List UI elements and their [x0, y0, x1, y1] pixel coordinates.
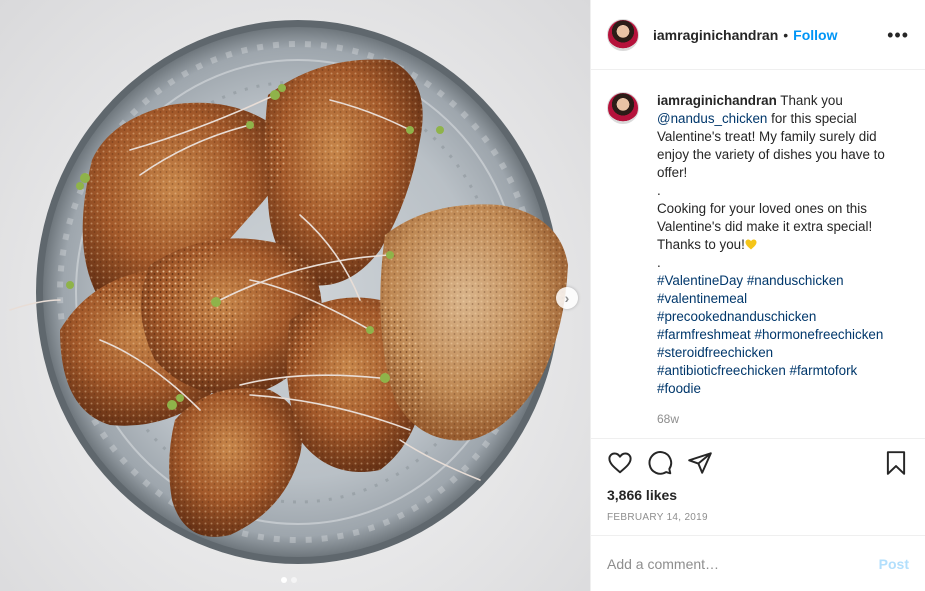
carousel-dot-2: [291, 577, 297, 583]
heart-icon[interactable]: [607, 450, 633, 476]
carousel-next-button[interactable]: ›: [556, 287, 578, 309]
caption-text: iamraginichandran Thank you @nandus_chic…: [657, 92, 902, 398]
bookmark-icon[interactable]: [883, 450, 909, 476]
caption-username[interactable]: iamraginichandran: [657, 93, 777, 108]
chevron-right-icon: ›: [564, 290, 570, 306]
hashtag-link[interactable]: #steroidfreechicken: [657, 345, 773, 360]
caption-row: iamraginichandran Thank you @nandus_chic…: [607, 92, 909, 426]
comments-section: iamraginichandran Thank you @nandus_chic…: [591, 70, 925, 438]
caption-paragraph-2: Cooking for your loved ones on this Vale…: [657, 201, 873, 252]
caption-text-start: Thank you: [780, 93, 843, 108]
carousel-indicator: [281, 577, 297, 583]
more-options-icon[interactable]: •••: [887, 26, 909, 44]
hashtag-link[interactable]: #valentinemeal: [657, 291, 747, 306]
caption-time-ago[interactable]: 68w: [657, 412, 902, 426]
hashtag-link[interactable]: #precookednanduschicken: [657, 309, 816, 324]
hashtag-link[interactable]: #nanduschicken: [747, 273, 844, 288]
hashtag-link[interactable]: #farmtofork: [790, 363, 858, 378]
header-username[interactable]: iamraginichandran: [653, 27, 778, 43]
follow-button[interactable]: Follow: [793, 27, 837, 43]
comment-input[interactable]: [607, 555, 879, 572]
comment-icon[interactable]: [647, 450, 673, 476]
post-date[interactable]: FEBRUARY 14, 2019: [607, 512, 909, 535]
caption-mention-link[interactable]: @nandus_chicken: [657, 111, 767, 126]
engagement-section: 3,866 likes FEBRUARY 14, 2019: [591, 438, 925, 535]
hashtag-link[interactable]: #foodie: [657, 381, 701, 396]
post-details-panel: iamraginichandran • Follow ••• iamragini…: [590, 0, 925, 591]
food-photo-illustration: [9, 20, 568, 564]
hashtag-link[interactable]: #ValentineDay: [657, 273, 743, 288]
share-icon[interactable]: [687, 450, 713, 476]
post-photo[interactable]: ›: [0, 0, 590, 591]
header-separator: •: [783, 26, 789, 43]
hashtag-link[interactable]: #antibioticfreechicken: [657, 363, 786, 378]
hashtag-list: #ValentineDay #nanduschicken #valentinem…: [657, 272, 902, 398]
yellow-heart-icon: [745, 239, 757, 250]
instagram-post: › iamraginichandran • Follow ••• iamragi…: [0, 0, 925, 591]
post-comment-button[interactable]: Post: [879, 556, 909, 572]
caption-dot-1: .: [657, 183, 661, 198]
caption-avatar[interactable]: [607, 92, 639, 124]
hashtag-link[interactable]: #hormonefreechicken: [755, 327, 884, 342]
add-comment-bar: Post: [591, 535, 925, 591]
action-bar: [607, 439, 909, 487]
avatar[interactable]: [607, 18, 639, 51]
post-header: iamraginichandran • Follow •••: [591, 0, 925, 70]
hashtag-link[interactable]: #farmfreshmeat: [657, 327, 751, 342]
caption-dot-2: .: [657, 255, 661, 270]
likes-count[interactable]: 3,866 likes: [607, 487, 909, 503]
carousel-dot-1: [281, 577, 287, 583]
